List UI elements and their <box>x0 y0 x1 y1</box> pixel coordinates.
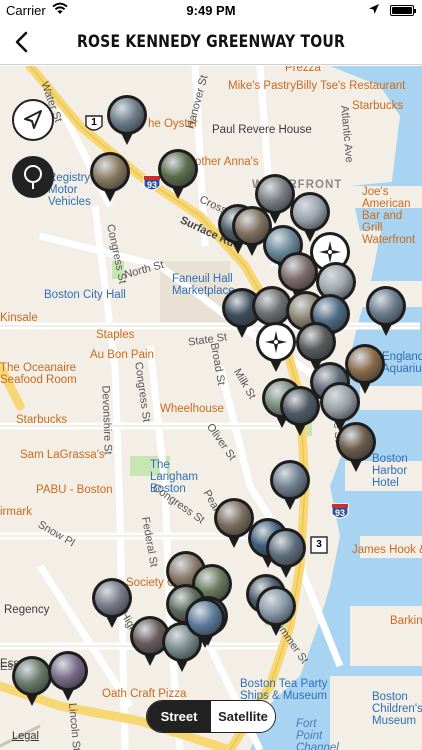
route-number: 3 <box>316 539 322 550</box>
locate-me-button[interactable] <box>12 99 54 141</box>
stop-photo <box>259 589 293 623</box>
place-label: Boston City Hall <box>44 289 126 301</box>
stop-photo <box>273 463 307 497</box>
stop-photo <box>161 152 195 186</box>
place-label: England Aquarium <box>382 351 422 375</box>
tour-stop-marker[interactable] <box>92 578 132 628</box>
place-label: Boston Harbor Hotel <box>372 453 408 489</box>
stop-photo <box>51 654 85 688</box>
poi-label: James Hook & <box>352 544 422 556</box>
poi-label: Starbucks <box>352 100 404 112</box>
place-label: Fort Point Channel <box>296 718 339 750</box>
status-bar: Carrier 9:49 PM <box>0 0 422 20</box>
stop-photo <box>323 385 357 419</box>
stop-photo <box>269 531 303 565</box>
tour-stop-marker[interactable] <box>107 95 147 145</box>
map-type-toggle[interactable]: Street Satellite <box>146 700 276 733</box>
poi-label: Starbucks <box>16 414 68 426</box>
area-label: irmark <box>0 506 32 518</box>
poi-label: Oath Craft Pizza <box>102 688 187 700</box>
poi-label: other Anna's <box>195 156 259 168</box>
poi-label: PABU - Boston <box>36 484 113 496</box>
stop-photo <box>348 347 382 381</box>
compass-icon <box>259 325 293 359</box>
route-shield: 93 <box>330 502 350 527</box>
stop-photo <box>369 289 403 323</box>
tour-stop-marker[interactable] <box>366 286 406 336</box>
area-label: Regency <box>4 604 50 616</box>
stop-photo <box>93 155 127 189</box>
poi-label: The Oceanaire Seafood Room <box>0 362 77 386</box>
tour-stop-marker[interactable] <box>185 598 225 648</box>
location-arrow-icon <box>24 110 42 129</box>
tour-stops-button[interactable] <box>12 156 54 198</box>
stop-photo <box>283 389 317 423</box>
stop-photo <box>299 325 333 359</box>
route-shield: 3 <box>310 536 328 559</box>
tour-stop-marker[interactable] <box>270 460 310 510</box>
poi-label: Staples <box>96 329 135 341</box>
tour-stop-marker[interactable] <box>280 386 320 436</box>
tour-stop-marker[interactable] <box>90 152 130 202</box>
poi-label: Joe's American Bar and Grill Waterfront <box>362 186 416 246</box>
tour-stop-marker[interactable] <box>336 422 376 472</box>
page-title: ROSE KENNEDY GREENWAY TOUR <box>76 32 346 52</box>
satellite-option[interactable]: Satellite <box>211 701 275 732</box>
map-view[interactable]: Prezza Mike's Pastry Billy Tse's Restaur… <box>0 66 422 750</box>
location-services-icon <box>369 4 379 14</box>
stop-photo <box>95 581 129 615</box>
tour-stop-marker[interactable] <box>12 656 52 706</box>
poi-label: Prezza <box>285 66 321 74</box>
stop-photo <box>15 659 49 693</box>
tour-stop-marker[interactable] <box>266 528 306 578</box>
legal-link[interactable]: Legal <box>12 730 39 742</box>
stop-photo <box>255 289 289 323</box>
stop-photo <box>281 255 315 289</box>
poi-label: Barkin <box>390 615 422 627</box>
poi-label: Mike's Pastry <box>228 80 297 92</box>
street-option[interactable]: Street <box>147 701 211 732</box>
clock: 9:49 PM <box>186 3 236 18</box>
tour-stop-marker[interactable] <box>256 586 296 636</box>
tour-stop-marker[interactable] <box>48 651 88 701</box>
stop-photo <box>217 501 251 535</box>
stop-photo <box>293 195 327 229</box>
battery-icon <box>390 5 416 16</box>
stop-photo <box>339 425 373 459</box>
poi-label: Wheelhouse <box>160 403 224 415</box>
poi-label: Kinsale <box>0 312 38 324</box>
route-number: 93 <box>334 508 345 518</box>
navigation-bar: ROSE KENNEDY GREENWAY TOUR <box>0 20 422 65</box>
tour-stop-marker[interactable] <box>158 149 198 199</box>
poi-label: Boston Children's Museum <box>372 691 422 727</box>
poi-label: Au Bon Pain <box>90 349 154 361</box>
poi-label: Paul Revere House <box>212 124 312 136</box>
poi-label: Boston Tea Party Ships & Museum <box>240 678 328 702</box>
route-shield: 1 <box>84 114 104 139</box>
route-number: 1 <box>91 117 97 128</box>
stop-photo <box>110 98 144 132</box>
tour-stop-marker[interactable] <box>256 322 296 372</box>
street-label: Devonshire St <box>99 385 114 455</box>
map-pin-icon <box>24 165 42 189</box>
poi-label: Sam LaGrassa's <box>20 449 105 461</box>
stop-photo <box>188 601 222 635</box>
poi-label: Billy Tse's Restaurant <box>296 80 406 92</box>
